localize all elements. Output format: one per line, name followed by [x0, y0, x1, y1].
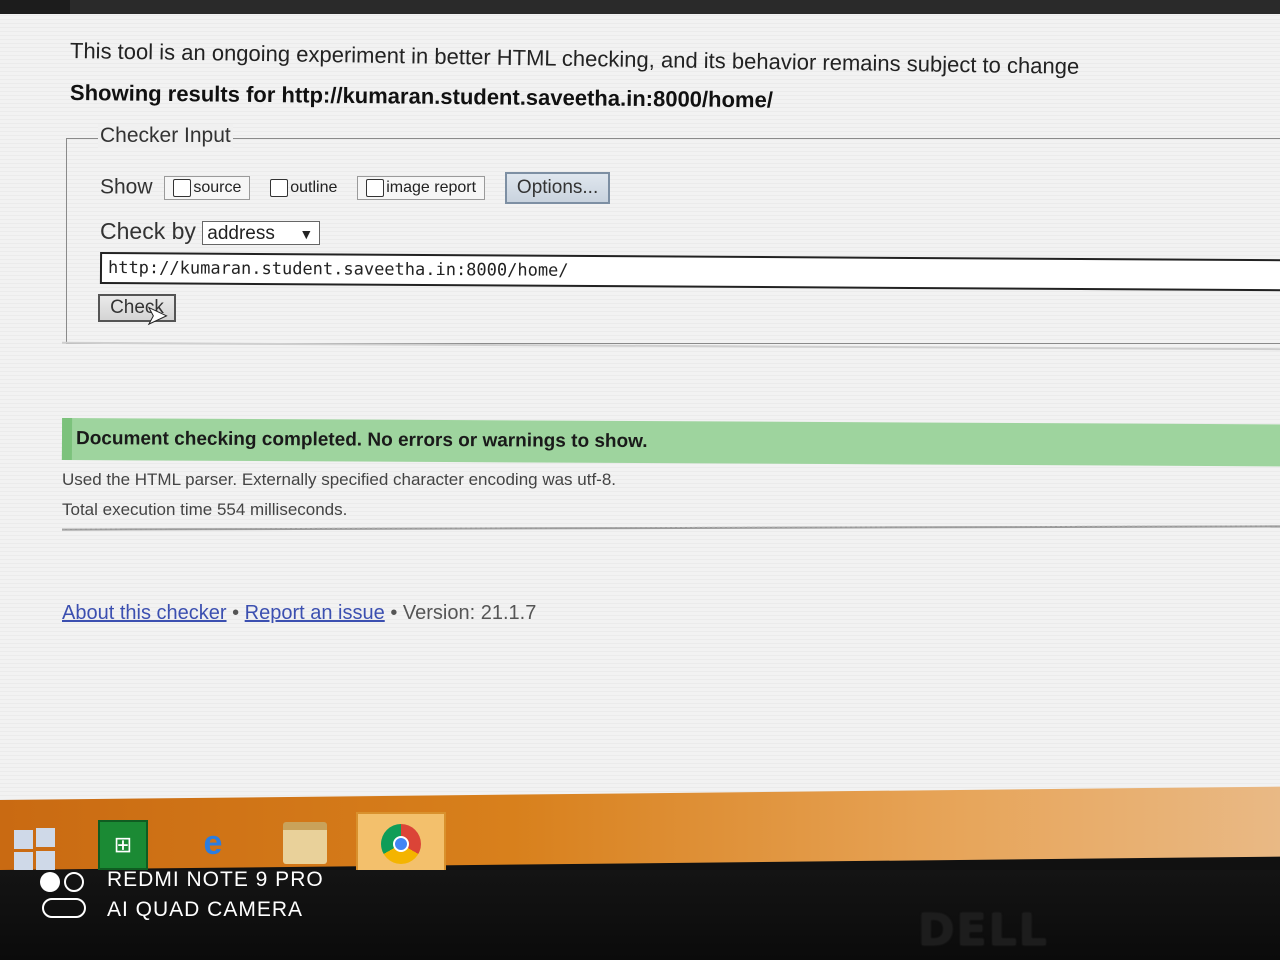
footer-separator: •: [232, 602, 240, 624]
image-report-checkbox[interactable]: [366, 178, 385, 197]
check-by-row: Check by address ▼: [100, 218, 321, 245]
results-divider: [61, 525, 1280, 531]
image-report-checkbox-label: image report: [386, 179, 477, 197]
outline-checkbox[interactable]: [270, 178, 289, 197]
outline-checkbox-label: outline: [290, 179, 338, 197]
store-icon[interactable]: ⊞: [98, 820, 148, 870]
check-by-label: Check by: [100, 218, 196, 244]
camera-watermark-line1: REDMI NOTE 9 PRO: [107, 868, 324, 891]
monitor-screen: This tool is an ongoing experiment in be…: [0, 0, 1280, 830]
outline-checkbox-item[interactable]: outline: [262, 177, 345, 199]
checker-input-legend: Checker Input: [98, 124, 233, 148]
version-text: Version: 21.1.7: [402, 602, 537, 624]
chevron-down-icon: ▼: [299, 225, 314, 242]
check-by-select[interactable]: address ▼: [202, 220, 321, 245]
image-report-checkbox-item[interactable]: image report: [357, 175, 486, 201]
source-checkbox-item[interactable]: source: [164, 175, 251, 201]
source-checkbox[interactable]: [173, 178, 192, 197]
chrome-icon[interactable]: [356, 812, 446, 876]
parser-info: Used the HTML parser. Externally specifi…: [62, 470, 617, 489]
browser-top-edge: [0, 0, 1280, 14]
options-button[interactable]: Options...: [504, 172, 611, 204]
camera-watermark-icon: [40, 872, 90, 922]
camera-watermark-line2: AI QUAD CAMERA: [107, 898, 304, 921]
success-message-bar: Document checking completed. No errors o…: [61, 418, 1280, 467]
check-by-value: address: [207, 222, 275, 244]
showing-results-heading: Showing results for http://kumaran.stude…: [69, 80, 774, 113]
report-issue-link[interactable]: Report an issue: [245, 602, 385, 624]
windows-start-icon[interactable]: [14, 820, 58, 871]
mouse-cursor-icon: ➤: [146, 300, 169, 331]
file-explorer-icon[interactable]: [282, 820, 328, 866]
monitor-logo: DELL: [918, 905, 1049, 956]
source-checkbox-label: source: [193, 179, 242, 197]
execution-time: Total execution time 554 milliseconds.: [62, 500, 348, 519]
footer-separator-2: •: [390, 602, 398, 624]
footer: About this checker • Report an issue • V…: [62, 602, 536, 625]
internet-explorer-icon[interactable]: e: [190, 820, 236, 866]
about-checker-link[interactable]: About this checker: [62, 602, 227, 624]
intro-text: This tool is an ongoing experiment in be…: [69, 38, 1080, 79]
show-label: Show: [100, 175, 153, 199]
show-options-row: Show source outline image report Options…: [100, 172, 611, 204]
